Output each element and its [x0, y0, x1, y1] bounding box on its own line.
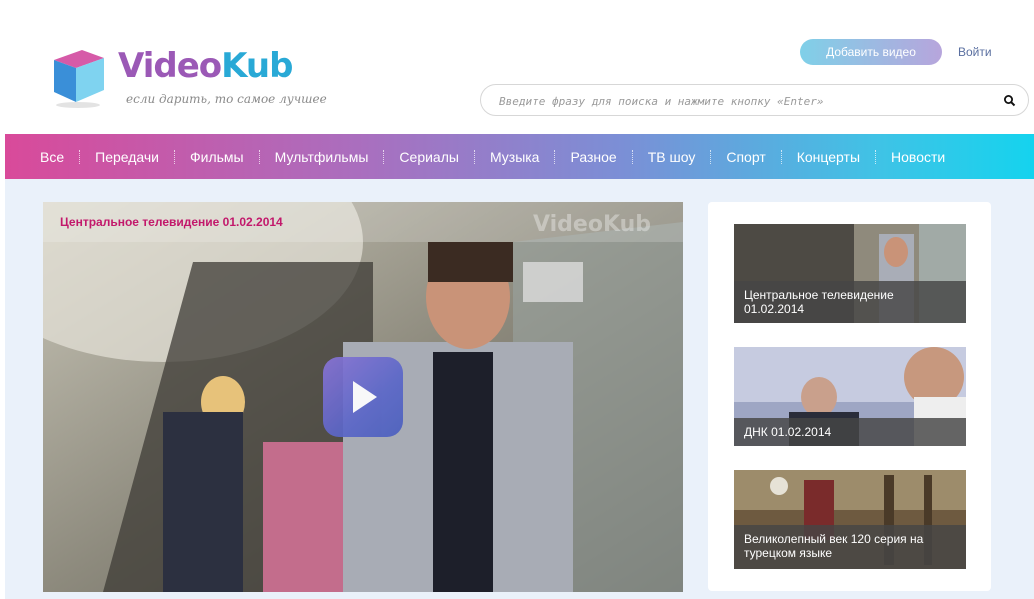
logo-brand-accent: Kub [221, 46, 293, 86]
logo-wordmark: VideoKub [118, 46, 293, 86]
nav-item-movies[interactable]: Фильмы [175, 149, 259, 165]
related-video-card[interactable]: Центральное телевидение 01.02.2014 [734, 224, 966, 323]
video-card-title: Центральное телевидение 01.02.2014 [734, 281, 966, 323]
player-watermark-logo: VideoKub [533, 212, 652, 237]
play-button[interactable] [323, 357, 403, 437]
login-link[interactable]: Войти [958, 45, 992, 59]
nav-item-sport[interactable]: Спорт [711, 149, 780, 165]
related-videos-sidebar: Центральное телевидение 01.02.2014 ДНК 0… [708, 202, 991, 591]
nav-item-concerts[interactable]: Концерты [782, 149, 875, 165]
cube-logo-icon [54, 50, 104, 108]
search-icon[interactable] [1003, 94, 1017, 108]
nav-item-news[interactable]: Новости [876, 149, 960, 165]
player-title: Центральное телевидение 01.02.2014 [60, 215, 283, 229]
logo-slogan: если дарить, то самое лучшее [126, 92, 327, 106]
nav-item-series[interactable]: Сериалы [384, 149, 474, 165]
logo-brand-main: Video [118, 46, 222, 86]
nav-item-all[interactable]: Все [25, 149, 79, 165]
nav-item-cartoons[interactable]: Мультфильмы [260, 149, 384, 165]
related-video-card[interactable]: ДНК 01.02.2014 [734, 347, 966, 446]
category-nav: Все Передачи Фильмы Мультфильмы Сериалы … [5, 134, 1034, 179]
search-box [480, 84, 1029, 116]
search-input[interactable] [499, 90, 989, 112]
video-player[interactable]: Центральное телевидение 01.02.2014 Video… [43, 202, 683, 592]
video-card-title: Великолепный век 120 серия на турецком я… [734, 525, 966, 569]
add-video-button[interactable]: Добавить видео [800, 39, 942, 65]
nav-item-shows[interactable]: Передачи [80, 149, 174, 165]
nav-item-music[interactable]: Музыка [475, 149, 555, 165]
video-card-title: ДНК 01.02.2014 [734, 418, 966, 446]
nav-list: Все Передачи Фильмы Мультфильмы Сериалы … [25, 134, 960, 179]
nav-item-tv-show[interactable]: ТВ шоу [633, 149, 711, 165]
nav-item-misc[interactable]: Разное [555, 149, 631, 165]
site-logo[interactable]: VideoKub если дарить, то самое лучшее [48, 40, 328, 120]
related-video-card[interactable]: Великолепный век 120 серия на турецком я… [734, 470, 966, 569]
play-icon [353, 381, 377, 413]
